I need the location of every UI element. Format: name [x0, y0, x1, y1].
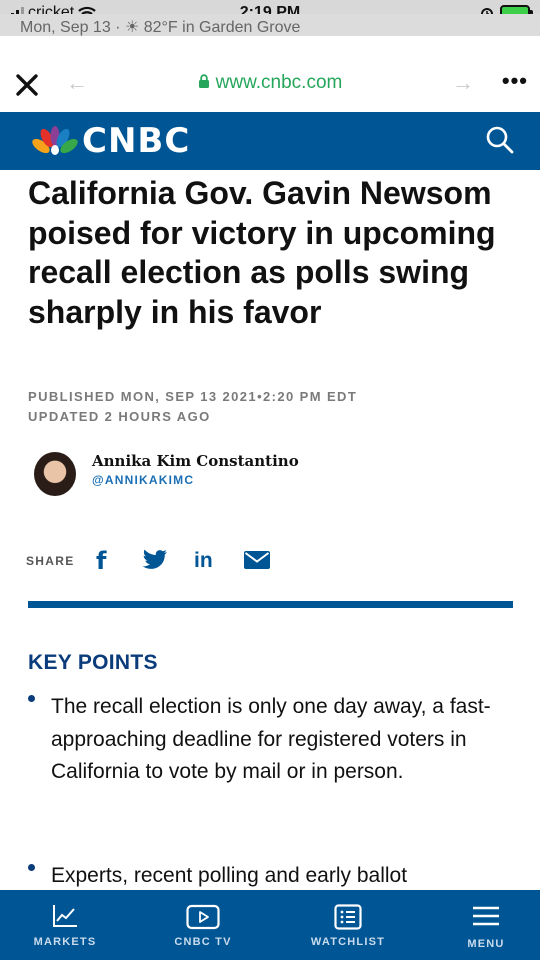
- key-point-item: The recall election is only one day away…: [28, 691, 498, 826]
- search-icon[interactable]: [484, 124, 516, 156]
- nav-label: CNBC TV: [174, 936, 232, 948]
- nav-menu[interactable]: MENU: [431, 890, 540, 960]
- nav-watchlist[interactable]: WATCHLIST: [293, 890, 403, 960]
- bottom-navigation: MARKETS CNBC TV WATCHLIST MENU: [0, 890, 540, 960]
- updated-time: UPDATED 2 HOURS AGO: [28, 409, 211, 424]
- article-meta: PUBLISHED MON, SEP 13 2021•2:20 PM EDT U…: [28, 387, 357, 427]
- bullet-icon: [28, 695, 35, 702]
- forward-arrow-icon[interactable]: →: [452, 70, 474, 96]
- share-bar: SHARE f in: [26, 545, 426, 575]
- section-divider: [28, 601, 513, 608]
- site-header: CNBC: [0, 112, 540, 170]
- key-point-text: The recall election is only one day away…: [51, 695, 491, 783]
- key-point-text: Experts, recent polling and early ballot: [51, 864, 408, 887]
- list-icon: [334, 904, 362, 930]
- article-headline: California Gov. Gavin Newsom poised for …: [28, 175, 496, 330]
- browser-toolbar: ← www.cnbc.com → •••: [0, 56, 540, 112]
- author-handle[interactable]: @ANNIKAKIMC: [92, 473, 194, 487]
- nav-label: MARKETS: [33, 936, 97, 948]
- background-notification: Mon, Sep 13 · ☀ 82°F in Garden Grove: [0, 14, 540, 36]
- play-icon: [186, 904, 220, 930]
- url-text: www.cnbc.com: [215, 72, 343, 93]
- author-avatar[interactable]: [34, 452, 76, 496]
- peacock-icon: [32, 126, 78, 155]
- weather-text: Mon, Sep 13 · ☀ 82°F in Garden Grove: [20, 19, 301, 36]
- cnbc-logo[interactable]: CNBC: [32, 124, 190, 158]
- author-byline: Annika Kim Constantino @ANNIKAKIMC: [34, 452, 514, 502]
- author-name[interactable]: Annika Kim Constantino: [92, 452, 299, 470]
- published-date: PUBLISHED MON, SEP 13 2021•2:20 PM EDT: [28, 389, 358, 404]
- more-options-icon[interactable]: •••: [502, 68, 528, 94]
- lock-icon: [198, 74, 209, 88]
- key-point-item: Experts, recent polling and early ballot: [28, 860, 498, 892]
- chart-icon: [53, 905, 77, 927]
- share-label: SHARE: [26, 554, 75, 568]
- nav-label: WATCHLIST: [310, 936, 386, 948]
- nav-markets[interactable]: MARKETS: [10, 890, 120, 960]
- nav-cnbc-tv[interactable]: CNBC TV: [148, 890, 258, 960]
- bullet-icon: [28, 864, 35, 871]
- key-points-title: KEY POINTS: [28, 651, 158, 674]
- nav-label: MENU: [467, 938, 505, 950]
- facebook-icon[interactable]: f: [96, 547, 106, 575]
- brand-wordmark: CNBC: [82, 121, 191, 161]
- hamburger-icon: [473, 906, 499, 926]
- twitter-icon[interactable]: [142, 549, 168, 571]
- linkedin-icon[interactable]: in: [194, 549, 213, 573]
- email-icon[interactable]: [244, 551, 270, 569]
